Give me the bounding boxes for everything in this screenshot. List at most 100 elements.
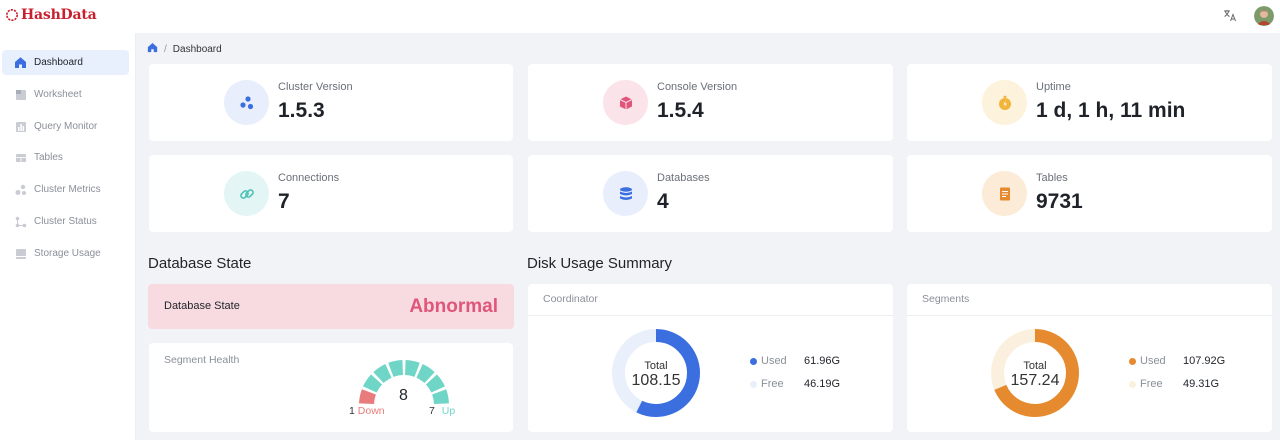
translate-icon[interactable] xyxy=(1221,8,1239,24)
sidebar-item-label: Cluster Metrics xyxy=(34,184,101,195)
stat-card-console-version: Console Version 1.5.4 xyxy=(528,64,893,141)
segments-card: Segments Total 157.24 Used 107.92G Free … xyxy=(907,284,1272,432)
database-state-value: Abnormal xyxy=(409,296,498,317)
stat-value: 9731 xyxy=(1036,190,1083,213)
table-icon xyxy=(14,151,27,164)
home-icon xyxy=(14,56,27,69)
link-icon xyxy=(224,171,269,216)
donut-total-value: 108.15 xyxy=(631,372,681,389)
database-icon xyxy=(603,171,648,216)
sidebar-item-label: Dashboard xyxy=(34,57,83,68)
stat-card-databases: Databases 4 xyxy=(528,155,893,232)
donut-total-label: Total xyxy=(644,360,668,372)
stat-value: 4 xyxy=(657,190,669,213)
gauge-up-segment xyxy=(432,389,449,404)
legend-used-label: Used xyxy=(761,355,787,367)
gauge-down-segment xyxy=(359,389,376,404)
user-avatar[interactable] xyxy=(1254,6,1274,26)
coordinator-card: Coordinator Total 108.15 Used 61.96G Fre… xyxy=(528,284,893,432)
sidebar-item-query-monitor[interactable]: Query Monitor xyxy=(2,114,129,139)
sidebar-item-dashboard[interactable]: Dashboard xyxy=(2,50,129,75)
legend-free-value: 49.31G xyxy=(1183,378,1220,390)
breadcrumb-separator: / xyxy=(164,43,167,55)
legend-free: Free 46.19G xyxy=(750,378,840,390)
used-dot-icon xyxy=(750,357,757,365)
stat-label: Cluster Version xyxy=(278,81,353,93)
gauge-up: 7 Up xyxy=(429,405,455,417)
legend-used: Used 61.96G xyxy=(750,355,840,367)
coordinator-title: Coordinator xyxy=(543,293,598,305)
legend-used-value: 61.96G xyxy=(804,355,841,367)
disk-usage-title: Disk Usage Summary xyxy=(527,255,673,272)
sidebar-item-label: Tables xyxy=(34,152,63,163)
sidebar-item-label: Cluster Status xyxy=(34,216,97,227)
home-icon[interactable] xyxy=(147,42,158,56)
gauge-up-segment xyxy=(405,360,420,377)
logo[interactable]: HashData xyxy=(5,7,97,23)
stat-value: 7 xyxy=(278,190,290,213)
bar-chart-icon xyxy=(14,120,27,133)
segments-title: Segments xyxy=(922,293,970,305)
sidebar-item-worksheet[interactable]: Worksheet xyxy=(2,82,129,107)
legend-used-label: Used xyxy=(1140,355,1166,367)
logo-icon xyxy=(6,9,18,21)
panel-divider xyxy=(528,315,893,316)
sidebar-item-cluster-metrics[interactable]: Cluster Metrics xyxy=(2,177,129,202)
stat-label: Console Version xyxy=(657,81,738,93)
stat-card-connections: Connections 7 xyxy=(149,155,513,232)
document-icon xyxy=(982,171,1027,216)
top-bar: HashData xyxy=(0,0,1280,33)
legend-free: Free 49.31G xyxy=(1129,378,1219,390)
worksheet-icon xyxy=(14,88,27,101)
stat-value: 1.5.4 xyxy=(657,99,704,122)
storage-icon xyxy=(14,247,27,260)
sidebar-item-label: Query Monitor xyxy=(34,121,98,132)
donut-total-value: 157.24 xyxy=(1010,372,1060,389)
logo-text: HashData xyxy=(21,7,97,23)
legend-used-value: 107.92G xyxy=(1183,355,1226,367)
gauge-up-segment xyxy=(388,360,403,377)
stat-card-tables: Tables 9731 xyxy=(907,155,1272,232)
stat-label: Databases xyxy=(657,172,710,184)
gauge-total: 8 xyxy=(399,387,408,404)
free-dot-icon xyxy=(750,380,757,388)
legend-free-value: 46.19G xyxy=(804,378,841,390)
stat-value: 1.5.3 xyxy=(278,99,325,122)
sidebar-item-label: Storage Usage xyxy=(34,248,101,259)
metrics-icon xyxy=(14,183,27,196)
sidebar-item-label: Worksheet xyxy=(34,89,82,100)
breadcrumb-current: Dashboard xyxy=(172,43,222,55)
stat-label: Tables xyxy=(1036,172,1068,184)
sidebar: Dashboard Worksheet Query Monitor Tables… xyxy=(0,33,136,440)
database-state-title: Database State xyxy=(148,255,252,272)
breadcrumb: / Dashboard xyxy=(147,42,222,56)
segment-health-title: Segment Health xyxy=(164,354,240,366)
stat-card-uptime: Uptime 1 d, 1 h, 11 min xyxy=(907,64,1272,141)
coordinator-center: Total 108.15 xyxy=(611,360,701,390)
cluster-icon xyxy=(224,80,269,125)
donut-total-label: Total xyxy=(1023,360,1047,372)
legend-free-label: Free xyxy=(761,378,784,390)
stat-value: 1 d, 1 h, 11 min xyxy=(1036,99,1186,122)
free-dot-icon xyxy=(1129,380,1136,388)
gauge-down-label: Down xyxy=(357,405,385,417)
sidebar-item-cluster-status[interactable]: Cluster Status xyxy=(2,209,129,234)
segment-health-card: Segment Health 8 1 Down 7 Up xyxy=(149,343,513,432)
stopwatch-icon xyxy=(982,80,1027,125)
stat-label: Connections xyxy=(278,172,340,184)
used-dot-icon xyxy=(1129,357,1136,365)
gauge-up-count: 7 xyxy=(429,405,435,417)
status-icon xyxy=(14,215,27,228)
stat-card-cluster-version: Cluster Version 1.5.3 xyxy=(149,64,513,141)
database-state-card: Database State Abnormal xyxy=(148,284,514,329)
sidebar-item-tables[interactable]: Tables xyxy=(2,145,129,170)
segments-center: Total 157.24 xyxy=(990,360,1080,390)
legend-free-label: Free xyxy=(1140,378,1163,390)
gauge-down-count: 1 xyxy=(349,405,355,417)
database-state-label: Database State xyxy=(164,300,240,312)
stat-label: Uptime xyxy=(1036,81,1071,93)
gauge-down: 1 Down xyxy=(349,405,385,417)
sidebar-item-storage-usage[interactable]: Storage Usage xyxy=(2,241,129,266)
legend-used: Used 107.92G xyxy=(1129,355,1225,367)
cube-icon xyxy=(603,80,648,125)
